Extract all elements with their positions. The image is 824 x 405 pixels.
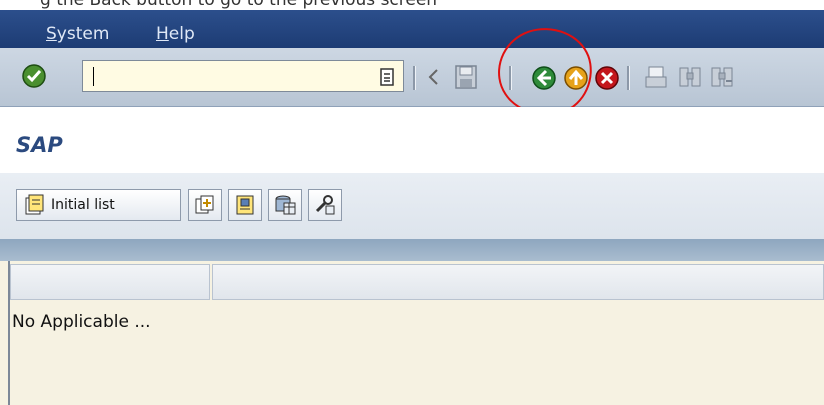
title-area: SAP [0, 107, 824, 173]
back-icon[interactable] [530, 64, 558, 92]
new-entry-icon [194, 194, 216, 216]
section-strip [0, 239, 824, 261]
cancel-icon[interactable] [593, 64, 621, 92]
command-field[interactable] [82, 60, 404, 92]
toolbar-separator [413, 66, 416, 90]
find-next-icon[interactable] [708, 63, 736, 91]
settings-icon [314, 194, 336, 216]
details-button[interactable] [228, 189, 262, 221]
settings-button[interactable] [308, 189, 342, 221]
application-toolbar: Initial list [0, 173, 824, 239]
enter-icon[interactable] [20, 62, 48, 90]
result-list: No Applicable ... [0, 261, 824, 405]
new-entry-button[interactable] [188, 189, 222, 221]
menu-bar: System Help [0, 10, 824, 48]
toolbar-separator [509, 66, 512, 90]
table-icon [274, 194, 296, 216]
page-title: SAP [16, 133, 63, 157]
text-cursor [93, 67, 94, 86]
print-icon[interactable] [642, 63, 670, 91]
command-dropdown-icon[interactable] [373, 63, 401, 91]
table-button[interactable] [268, 189, 302, 221]
initial-list-button[interactable]: Initial list [16, 189, 181, 221]
menu-system[interactable]: System [46, 24, 109, 44]
exit-icon[interactable] [562, 64, 590, 92]
menu-help[interactable]: Help [156, 24, 195, 44]
find-icon[interactable] [676, 63, 704, 91]
column-header[interactable] [10, 264, 210, 300]
prev-icon[interactable] [420, 63, 448, 91]
column-header[interactable] [212, 264, 824, 300]
details-icon [234, 194, 256, 216]
initial-list-label: Initial list [51, 197, 115, 213]
save-icon[interactable] [452, 63, 480, 91]
list-item: No Applicable ... [12, 312, 151, 332]
caption-text: g the Back button to go to the previous … [40, 0, 438, 10]
initial-list-icon [23, 194, 45, 216]
toolbar-separator [627, 66, 630, 90]
window-caption: g the Back button to go to the previous … [0, 0, 824, 10]
standard-toolbar [0, 48, 824, 107]
